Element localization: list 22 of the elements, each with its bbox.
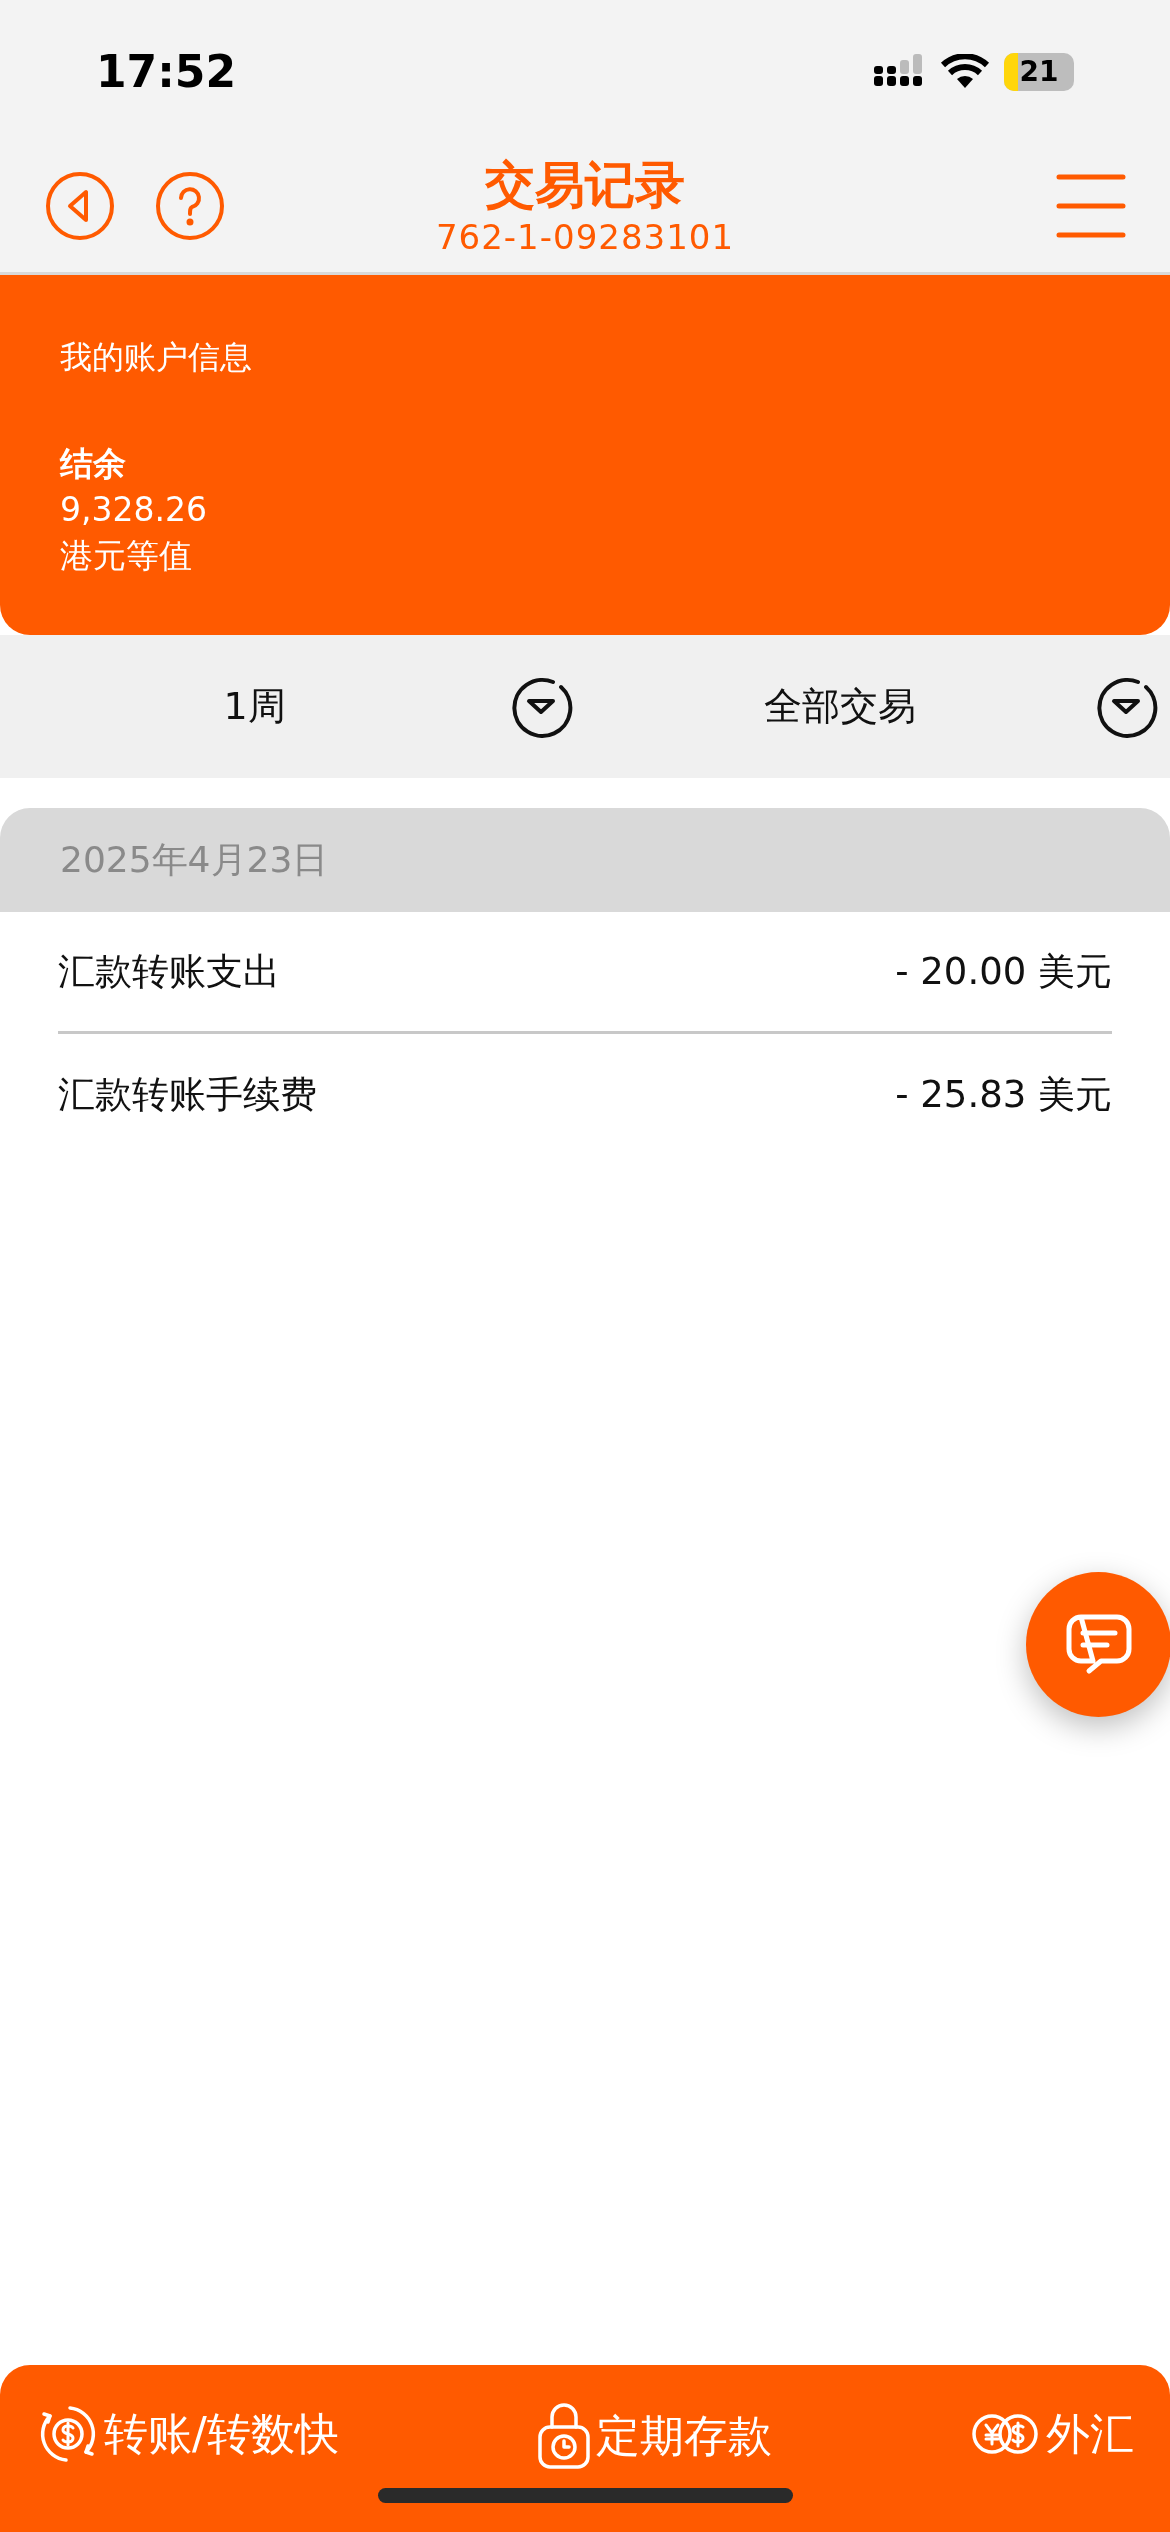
- back-icon[interactable]: [44, 170, 116, 242]
- page-title: 交易记录: [485, 155, 685, 216]
- transaction-amount: - 20.00 美元: [895, 948, 1112, 995]
- bottom-action-button[interactable]: 定期存款: [536, 2401, 773, 2471]
- bottom-action-button[interactable]: 外汇: [970, 2401, 1134, 2467]
- transaction-description: 汇款转账支出: [58, 948, 280, 995]
- balance-amount: 9,328.26: [60, 489, 208, 531]
- date-header: 2025年4月23日: [0, 808, 1170, 912]
- status-time: 17:52: [96, 45, 237, 99]
- filter-dropdown[interactable]: 全部交易: [585, 678, 1094, 735]
- balance-label: 结余: [60, 443, 127, 485]
- filter-dropdown[interactable]: 1周: [0, 678, 509, 735]
- account-number: 762-1-09283101: [435, 216, 735, 258]
- battery-indicator: 21: [1004, 53, 1074, 91]
- transaction-description: 汇款转账手续费: [58, 1072, 317, 1119]
- bottom-action-button[interactable]: 转账/转数快: [36, 2401, 339, 2467]
- help-icon[interactable]: [154, 170, 226, 242]
- card-heading: 我的账户信息: [60, 337, 253, 378]
- currency-note: 港元等值: [60, 535, 193, 577]
- transaction-amount: - 25.83 美元: [895, 1072, 1112, 1119]
- lock-clock-icon: [536, 2401, 593, 2471]
- wifi-icon: [940, 54, 990, 90]
